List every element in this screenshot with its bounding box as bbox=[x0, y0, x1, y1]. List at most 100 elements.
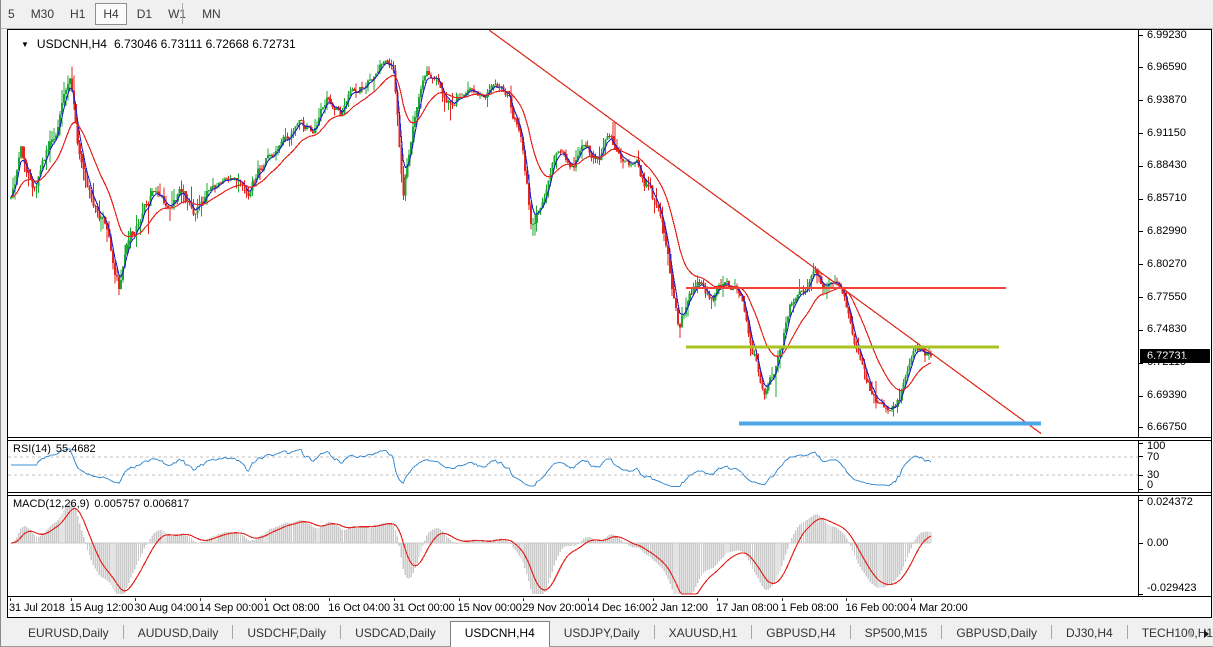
macd-bar bbox=[440, 530, 441, 543]
macd-bar bbox=[134, 543, 135, 569]
ma-slow-line[interactable] bbox=[11, 75, 931, 390]
macd-bar bbox=[291, 523, 292, 543]
rsi-canvas[interactable] bbox=[8, 441, 1138, 492]
macd-bar bbox=[630, 543, 631, 547]
chart-tab-usdcnh-h4[interactable]: USDCNH,H4 bbox=[450, 621, 550, 647]
candle-body bbox=[679, 324, 681, 327]
macd-bar bbox=[128, 543, 129, 583]
chart-tab-sp500-m15[interactable]: SP500,M15 bbox=[851, 622, 942, 646]
macd-canvas[interactable] bbox=[8, 496, 1138, 596]
macd-bar bbox=[752, 543, 753, 569]
chart-tab-dj30-h4[interactable]: DJ30,H4 bbox=[1052, 622, 1127, 646]
macd-bar bbox=[159, 530, 160, 543]
chart-tab-gbpusd-daily[interactable]: GBPUSD,Daily bbox=[942, 622, 1051, 646]
period-button-5[interactable]: 5 bbox=[2, 4, 21, 24]
macd-bar bbox=[361, 526, 362, 543]
macd-bar bbox=[358, 527, 359, 543]
macd-bar bbox=[375, 525, 376, 543]
chart-tab-xauusd-h1[interactable]: XAUUSD,H1 bbox=[655, 622, 752, 646]
macd-bar bbox=[756, 543, 757, 575]
rsi-tick-mark bbox=[1139, 456, 1143, 457]
macd-bar bbox=[399, 543, 400, 546]
macd-bar bbox=[758, 543, 759, 579]
macd-bar bbox=[854, 543, 855, 555]
macd-bar bbox=[809, 519, 810, 543]
macd-bar bbox=[316, 528, 317, 543]
trendline[interactable] bbox=[489, 30, 1041, 434]
macd-bar bbox=[434, 529, 435, 543]
macd-bar bbox=[191, 538, 192, 543]
candle-body bbox=[606, 136, 608, 140]
period-button-h4[interactable]: H4 bbox=[95, 3, 126, 25]
candle-body bbox=[120, 280, 122, 289]
time-tick-mark bbox=[717, 598, 718, 601]
macd-bar bbox=[175, 536, 176, 543]
macd-bar bbox=[112, 543, 113, 588]
time-tick-label: 2 Jan 12:00 bbox=[652, 602, 708, 614]
chart-tab-gbpusd-h4[interactable]: GBPUSD,H4 bbox=[752, 622, 849, 646]
symbol-dropdown-icon[interactable]: ▼ bbox=[21, 40, 29, 49]
macd-bar bbox=[846, 538, 847, 543]
macd-bar bbox=[822, 520, 823, 543]
candle-body bbox=[145, 204, 147, 205]
macd-bar bbox=[452, 541, 453, 543]
rsi-axis: 10070300 bbox=[1138, 441, 1211, 492]
price-tick-mark bbox=[1139, 396, 1143, 397]
macd-bar bbox=[269, 529, 270, 543]
period-button-h1[interactable]: H1 bbox=[64, 4, 91, 24]
candle-body bbox=[100, 218, 102, 219]
candle-body bbox=[424, 76, 426, 81]
macd-bar bbox=[665, 543, 666, 575]
macd-bar bbox=[775, 543, 776, 580]
price-tick-label: 6.93870 bbox=[1147, 94, 1187, 107]
candle-body bbox=[861, 360, 863, 365]
tabs-scroll-right-button[interactable] bbox=[1204, 630, 1209, 638]
time-tick-label: 1 Feb 08:00 bbox=[781, 602, 839, 614]
candle-body bbox=[118, 276, 120, 288]
candle-body bbox=[353, 89, 355, 91]
macd-values: 0.005757 0.006817 bbox=[94, 498, 189, 510]
macd-bar bbox=[834, 527, 835, 543]
candle-body bbox=[799, 291, 801, 295]
candle-body bbox=[94, 206, 96, 207]
chart-tab-usdjpy-daily[interactable]: USDJPY,Daily bbox=[550, 622, 654, 646]
macd-bar bbox=[222, 533, 223, 543]
macd-bar bbox=[189, 536, 190, 543]
candle-body bbox=[20, 147, 22, 158]
macd-bar bbox=[338, 526, 339, 543]
candle-body bbox=[585, 145, 587, 147]
macd-bar bbox=[713, 543, 714, 568]
macd-bar bbox=[509, 542, 510, 543]
chart-tab-eurusd-daily[interactable]: EURUSD,Daily bbox=[14, 622, 123, 646]
chart-tab-usdcad-daily[interactable]: USDCAD,Daily bbox=[341, 622, 450, 646]
macd-bar bbox=[887, 543, 888, 586]
tabs-scroll-left-button[interactable] bbox=[1187, 630, 1192, 638]
macd-bar bbox=[446, 536, 447, 543]
chart-tab-usdchf-daily[interactable]: USDCHF,Daily bbox=[233, 622, 340, 646]
period-button-mn[interactable]: MN bbox=[196, 4, 227, 24]
macd-bar bbox=[146, 543, 147, 545]
macd-bar bbox=[744, 543, 745, 554]
period-button-m30[interactable]: M30 bbox=[25, 4, 60, 24]
macd-bar bbox=[675, 543, 676, 594]
period-button-w1[interactable]: W1 bbox=[162, 4, 192, 24]
ma-fast-line[interactable] bbox=[11, 63, 931, 408]
time-tick-label: 14 Dec 16:00 bbox=[587, 602, 651, 614]
macd-bar bbox=[110, 543, 111, 585]
macd-bar bbox=[791, 538, 792, 543]
candle-body bbox=[181, 189, 183, 192]
period-button-d1[interactable]: D1 bbox=[131, 4, 158, 24]
candle-body bbox=[67, 84, 69, 90]
candle-body bbox=[471, 88, 473, 89]
macd-bar bbox=[346, 530, 347, 543]
macd-bar bbox=[781, 543, 782, 566]
macd-bar bbox=[885, 543, 886, 587]
macd-bar bbox=[820, 517, 821, 543]
macd-bar bbox=[305, 522, 306, 543]
main-chart-canvas[interactable] bbox=[8, 30, 1138, 437]
time-tick-label: 16 Feb 00:00 bbox=[845, 602, 909, 614]
candle-body bbox=[63, 94, 65, 103]
period-toolbar: 5M30H1H4D1W1MN bbox=[1, 0, 1213, 29]
macd-tick-label: -0.029423 bbox=[1147, 582, 1197, 595]
chart-tab-audusd-daily[interactable]: AUDUSD,Daily bbox=[124, 622, 233, 646]
